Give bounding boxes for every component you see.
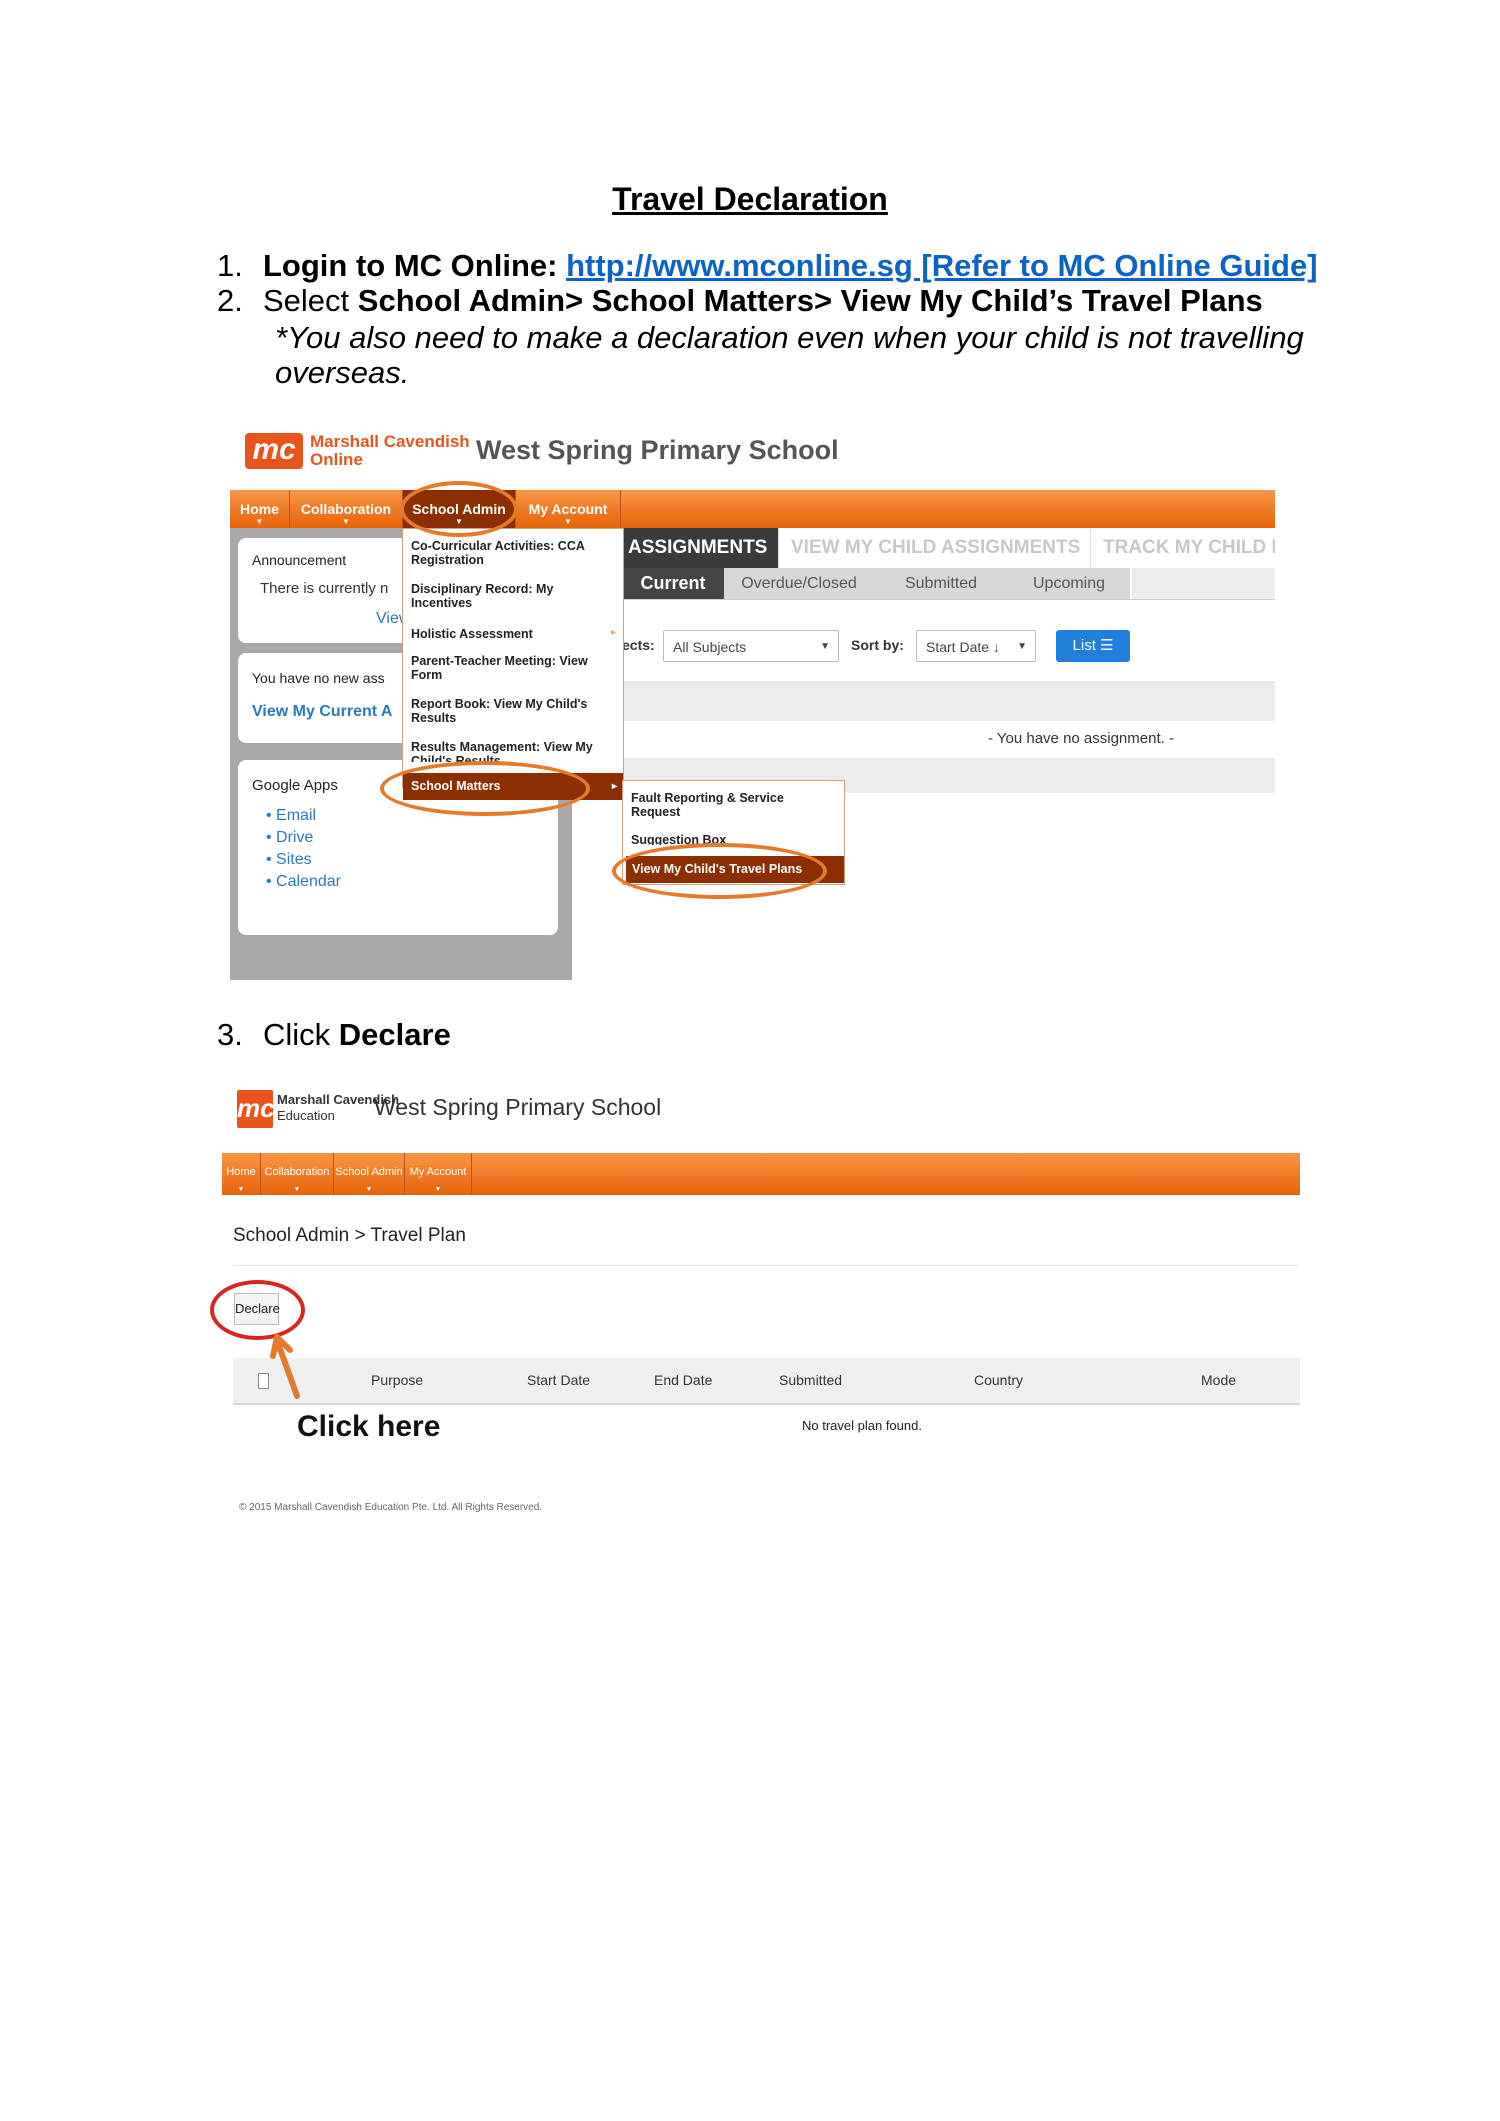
- menu-item-cca[interactable]: Co-Curricular Activities: CCA Registrati…: [411, 539, 616, 567]
- document-title: Travel Declaration: [612, 181, 888, 217]
- chevron-down-icon: ▼: [434, 1186, 442, 1193]
- chevron-down-icon: ▼: [293, 1186, 301, 1193]
- view-current-assignments-link[interactable]: View My Current A: [252, 703, 392, 721]
- breadcrumb: School Admin > Travel Plan: [233, 1225, 466, 1246]
- results-strip: [622, 681, 1275, 721]
- column-header-submitted[interactable]: Submitted: [779, 1358, 842, 1403]
- column-header-purpose[interactable]: Purpose: [371, 1358, 423, 1403]
- no-assignment-message: - You have no assignment. -: [988, 730, 1174, 747]
- chevron-down-icon: ▼: [820, 641, 830, 652]
- school-admin-dropdown: Co-Curricular Activities: CCA Registrati…: [402, 528, 624, 800]
- screenshot-menu-navigation: mc Marshall Cavendish Online West Spring…: [230, 425, 1275, 980]
- logo-line2: Online: [310, 450, 363, 469]
- nav-collaboration[interactable]: Collaboration ▼: [290, 490, 403, 528]
- tab-track-child[interactable]: TRACK MY CHILD LE: [1090, 528, 1275, 568]
- step-number: 3.: [217, 1017, 243, 1052]
- nav-my-account[interactable]: My Account ▼: [405, 1153, 472, 1195]
- step-2: 2. Select School Admin> School Matters> V…: [217, 283, 1263, 319]
- subtab-current[interactable]: Current: [622, 568, 726, 599]
- mc-logo-icon: mc: [237, 1090, 275, 1128]
- nav-home[interactable]: Home ▼: [230, 490, 290, 528]
- main-nav: Home ▼ Collaboration ▼ School Admin ▼ My Ac…: [230, 490, 1275, 528]
- step-number: 2.: [217, 283, 243, 318]
- submenu-fault-reporting[interactable]: Fault Reporting & Service Request: [631, 791, 831, 819]
- google-apps-heading: Google Apps: [252, 777, 338, 794]
- highlight-ring-declare: [210, 1280, 305, 1340]
- app-link-calendar[interactable]: • Calendar: [266, 873, 341, 891]
- chevron-down-icon: ▼: [1017, 641, 1027, 652]
- school-name: West Spring Primary School: [374, 1094, 662, 1120]
- no-new-assignments-text: You have no new ass: [252, 670, 385, 686]
- sort-select[interactable]: Start Date ↓ ▼: [916, 630, 1036, 662]
- step-1: 1. Login to MC Online: http://www.mconlin…: [217, 248, 1318, 284]
- nav-my-account[interactable]: My Account ▼: [516, 490, 621, 528]
- column-header-start-date[interactable]: Start Date: [527, 1358, 590, 1403]
- step-label: Login to MC Online:: [263, 248, 558, 283]
- highlight-ring-school-matters: [380, 761, 590, 816]
- sort-label: Sort by:: [851, 637, 904, 653]
- nav-school-admin[interactable]: School Admin ▼: [334, 1153, 405, 1195]
- menu-item-results[interactable]: Results Management: View My Child's Resu…: [411, 740, 616, 762]
- select-all-checkbox[interactable]: [258, 1373, 269, 1389]
- subjects-select[interactable]: All Subjects ▼: [663, 630, 839, 662]
- chevron-down-icon: ▼: [237, 1186, 245, 1193]
- subjects-label: ects:: [622, 637, 655, 653]
- logo-line1: Marshall Cavendish: [310, 432, 470, 451]
- mconline-link[interactable]: http://www.mconline.sg [Refer to MC Onli…: [566, 248, 1317, 283]
- school-name: West Spring Primary School: [476, 435, 839, 465]
- step-prefix: Select: [263, 283, 358, 318]
- tab-assignments[interactable]: ASSIGNMENTS: [622, 528, 778, 568]
- column-header-mode[interactable]: Mode: [1201, 1358, 1236, 1403]
- menu-item-disciplinary[interactable]: Disciplinary Record: My Incentives: [411, 582, 616, 610]
- step-3: 3. Click Declare: [217, 1017, 451, 1053]
- chevron-down-icon: ▼: [255, 517, 264, 526]
- list-view-button[interactable]: List ☰: [1056, 630, 1130, 662]
- no-travel-plan-message: No travel plan found.: [802, 1418, 922, 1433]
- chevron-down-icon: ▼: [365, 1186, 373, 1193]
- chevron-down-icon: ▼: [564, 517, 572, 526]
- column-header-country[interactable]: Country: [974, 1358, 1023, 1403]
- app-link-drive[interactable]: • Drive: [266, 829, 313, 847]
- highlight-ring-travel-plans: [612, 843, 827, 899]
- app-link-sites[interactable]: • Sites: [266, 851, 312, 869]
- menu-item-holistic[interactable]: Holistic Assessment: [411, 627, 616, 641]
- step-2-note: *You also need to make a declaration eve…: [275, 320, 1304, 390]
- copyright-footer: © 2015 Marshall Cavendish Education Pte.…: [239, 1502, 543, 1513]
- app-link-email[interactable]: • Email: [266, 807, 316, 825]
- menu-item-ptm[interactable]: Parent-Teacher Meeting: View Form: [411, 654, 616, 682]
- chevron-right-icon: ▸: [611, 627, 617, 638]
- divider: [233, 1265, 1299, 1266]
- subtab-overdue-closed[interactable]: Overdue/Closed: [724, 568, 876, 599]
- logo-line2: Education: [277, 1108, 335, 1123]
- step-path: School Admin> School Matters> View My Ch…: [357, 283, 1263, 318]
- travel-plan-table-header: Purpose Start Date End Date Submitted Co…: [233, 1358, 1300, 1405]
- step-action: Declare: [338, 1017, 451, 1052]
- main-nav: Home ▼ Collaboration ▼ School Admin ▼ My Ac…: [222, 1153, 1300, 1195]
- nav-home[interactable]: Home ▼: [222, 1153, 261, 1195]
- chevron-down-icon: ▼: [342, 517, 350, 526]
- announcement-text: There is currently n: [260, 580, 389, 597]
- announcement-heading: Announcement: [252, 552, 347, 568]
- mc-logo-icon: mc: [245, 433, 303, 469]
- menu-item-report-book[interactable]: Report Book: View My Child's Results: [411, 697, 616, 725]
- arrow-up-icon: [270, 1334, 300, 1399]
- chevron-right-icon: ▸: [611, 781, 617, 792]
- step-number: 1.: [217, 248, 243, 283]
- subtab-upcoming[interactable]: Upcoming: [1008, 568, 1132, 599]
- nav-collaboration[interactable]: Collaboration ▼: [261, 1153, 334, 1195]
- subtab-submitted[interactable]: Submitted: [874, 568, 1010, 599]
- screenshot-travel-plan-page: mc Marshall Cavendish Education West Spr…: [210, 1070, 1300, 1520]
- step-prefix: Click: [263, 1017, 339, 1052]
- column-header-end-date[interactable]: End Date: [654, 1358, 712, 1403]
- highlight-ring-school-admin: [400, 481, 518, 537]
- tab-view-child-assignments[interactable]: VIEW MY CHILD ASSIGNMENTS: [778, 528, 1090, 568]
- click-here-callout: Click here: [297, 1410, 441, 1443]
